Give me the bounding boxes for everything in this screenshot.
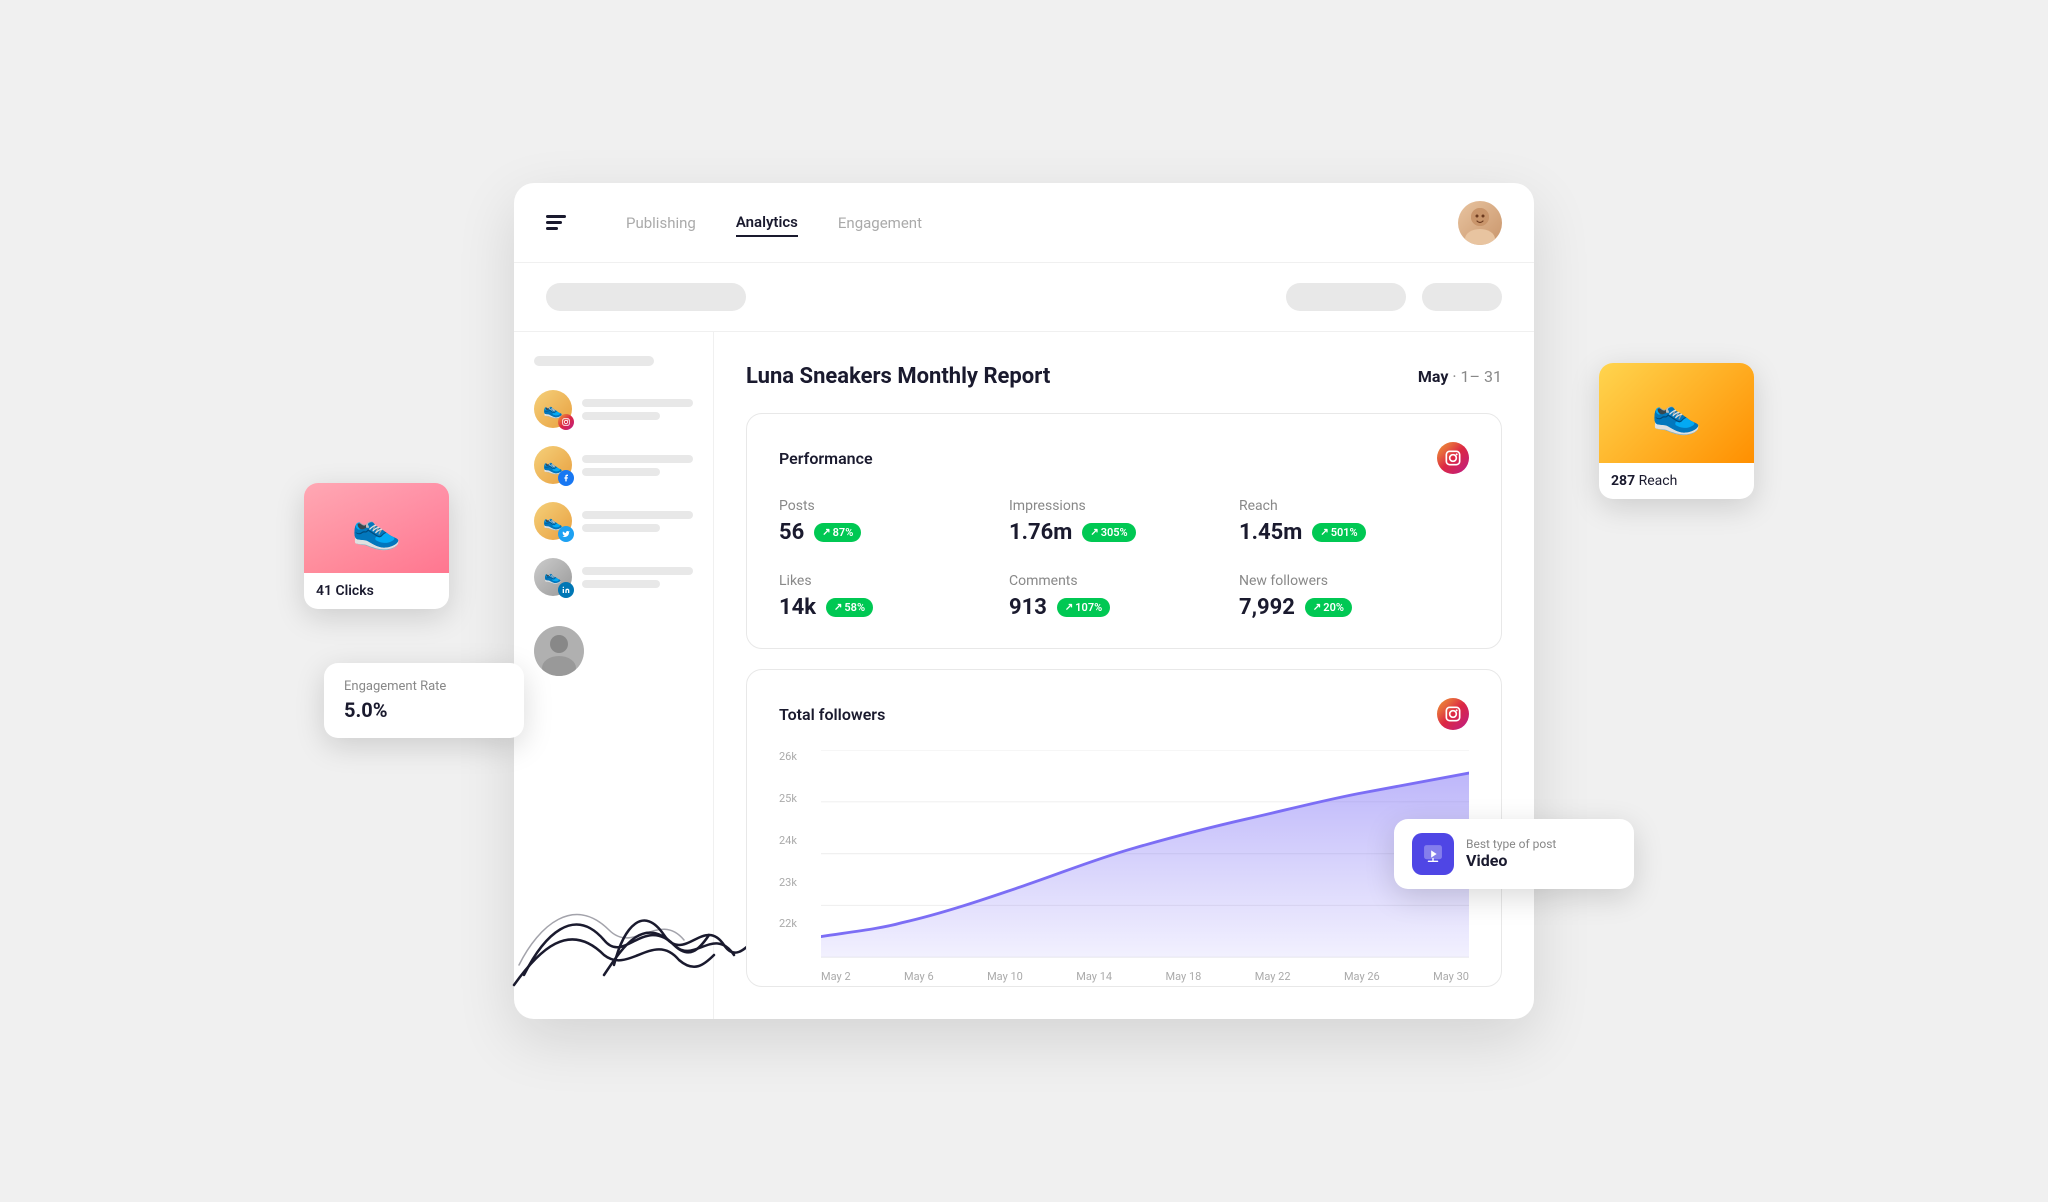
metric-impressions: Impressions 1.76m 305% [1009,498,1239,545]
best-post-icon [1412,833,1454,875]
floating-best-post-card: Best type of post Video [1394,819,1634,889]
sidebar-account-twitter[interactable]: 👟 [534,502,693,540]
metric-comments-value: 913 [1009,595,1047,620]
metric-new-followers: New followers 7,992 20% [1239,573,1469,620]
y-label-23k: 23k [779,876,811,889]
x-label-may26: May 26 [1344,970,1380,983]
metric-reach-value: 1.45m [1239,520,1302,545]
report-title: Luna Sneakers Monthly Report [746,364,1050,389]
metric-followers-value: 7,992 [1239,595,1295,620]
report-month: May [1418,367,1449,386]
sidebar-avatar-instagram: 👟 [534,390,572,428]
metric-followers-label: New followers [1239,573,1469,589]
twitter-badge [558,526,574,542]
engagement-rate-label: Engagement Rate [344,679,504,694]
metric-followers-badge: 20% [1305,598,1352,617]
metric-comments: Comments 913 107% [1009,573,1239,620]
x-label-may18: May 18 [1166,970,1202,983]
page-wrapper: Publishing Analytics Engagement [424,183,1624,1018]
chart-x-axis: May 2 May 6 May 10 May 14 May 18 May 22 … [821,962,1469,983]
clicks-image: 👟 [304,483,449,573]
avatar[interactable] [1458,201,1502,245]
floating-clicks-card: 👟 41 Clicks [304,483,449,609]
metric-reach: Reach 1.45m 501% [1239,498,1469,545]
x-label-may14: May 14 [1076,970,1112,983]
best-post-value: Video [1466,851,1556,870]
logo-icon[interactable] [546,215,566,230]
y-label-22k: 22k [779,917,811,930]
engagement-rate-value: 5.0% [344,698,504,722]
sidebar-account-instagram[interactable]: 👟 [534,390,693,428]
sidebar-avatar-facebook: 👟 [534,446,572,484]
instagram-icon-chart [1437,698,1469,730]
perf-title: Performance [779,449,873,468]
sidebar-user-row [534,626,693,676]
metric-comments-label: Comments [1009,573,1239,589]
metric-comments-badge: 107% [1057,598,1110,617]
report-header: Luna Sneakers Monthly Report May · 1– 31 [746,364,1502,389]
x-label-may10: May 10 [987,970,1023,983]
chart-area: May 2 May 6 May 10 May 14 May 18 May 22 … [821,750,1469,957]
x-label-may22: May 22 [1255,970,1291,983]
chart-title: Total followers [779,705,885,724]
perf-header: Performance [779,442,1469,474]
metric-posts-badge: 87% [814,523,861,542]
reach-image: 👟 [1599,363,1754,463]
report-date: May · 1– 31 [1418,367,1502,386]
metrics-grid: Posts 56 87% Impressions 1.76m 305% [779,498,1469,620]
metric-posts-value: 56 [779,520,804,545]
chart-y-axis: 26k 25k 24k 23k 22k [779,750,811,930]
metric-posts: Posts 56 87% [779,498,1009,545]
chart-with-labels: 26k 25k 24k 23k 22k [779,750,1469,957]
x-label-may2: May 2 [821,970,851,983]
reach-label: 287 Reach [1599,463,1754,499]
metric-likes-badge: 58% [826,598,873,617]
reach-value: 287 [1611,473,1635,489]
top-nav: Publishing Analytics Engagement [514,183,1534,263]
filter-skeleton-row [514,263,1534,332]
reach-text: Reach [1639,473,1678,489]
sidebar-account-linkedin[interactable]: 👟 [534,558,693,596]
main-content: Luna Sneakers Monthly Report May · 1– 31… [714,332,1534,1018]
followers-chart-card: Total followers 26k 25k [746,669,1502,986]
metric-impressions-value: 1.76m [1009,520,1072,545]
nav-analytics[interactable]: Analytics [736,209,798,237]
facebook-badge [558,470,574,486]
skeleton-pill-3 [1422,283,1502,311]
sidebar-user-avatar [534,626,584,676]
metric-impressions-badge: 305% [1082,523,1135,542]
bottom-doodle [504,885,724,999]
nav-engagement[interactable]: Engagement [838,210,922,236]
y-label-24k: 24k [779,834,811,847]
y-label-25k: 25k [779,792,811,805]
report-range: · 1– 31 [1452,367,1502,386]
best-post-label: Best type of post [1466,837,1556,851]
metric-reach-badge: 501% [1312,523,1365,542]
chart-svg [821,750,1469,957]
linkedin-badge [558,582,574,598]
clicks-label: 41 Clicks [304,573,449,609]
floating-reach-card: 👟 287 Reach [1599,363,1754,499]
instagram-icon-perf [1437,442,1469,474]
sidebar-skeleton [534,356,654,366]
metric-likes-label: Likes [779,573,1009,589]
instagram-badge [558,414,574,430]
skeleton-pill-1 [546,283,746,311]
metric-likes: Likes 14k 58% [779,573,1009,620]
sidebar-account-facebook[interactable]: 👟 [534,446,693,484]
performance-card: Performance Posts [746,413,1502,649]
x-label-may30: May 30 [1433,970,1469,983]
metric-reach-label: Reach [1239,498,1469,514]
metric-impressions-label: Impressions [1009,498,1239,514]
x-label-may6: May 6 [904,970,934,983]
metric-likes-value: 14k [779,595,816,620]
floating-engagement-card: Engagement Rate 5.0% [324,663,524,738]
sidebar-avatar-linkedin: 👟 [534,558,572,596]
sidebar-avatar-twitter: 👟 [534,502,572,540]
metric-posts-label: Posts [779,498,1009,514]
skeleton-pill-2 [1286,283,1406,311]
nav-publishing[interactable]: Publishing [626,210,696,236]
chart-header: Total followers [779,698,1469,730]
y-label-26k: 26k [779,750,811,763]
